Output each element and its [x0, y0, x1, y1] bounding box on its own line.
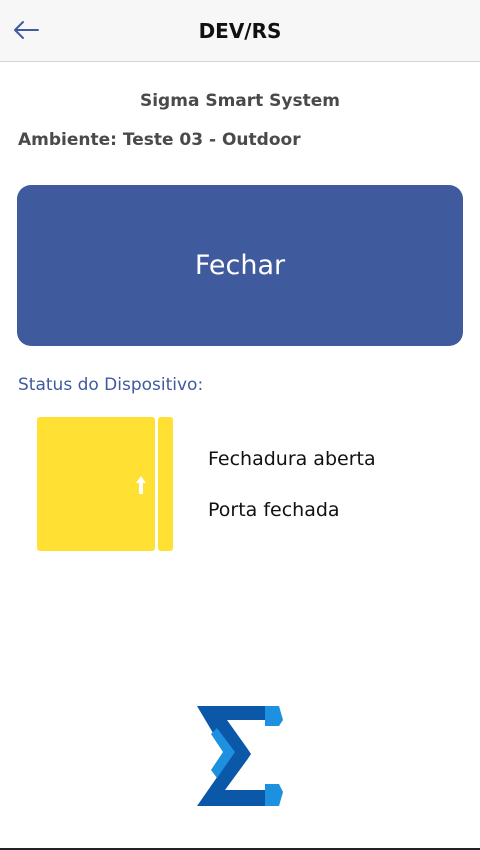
page-title: DEV/RS: [198, 19, 282, 43]
door-icon: [37, 417, 174, 551]
door-status: Porta fechada: [208, 499, 340, 521]
app-bar: DEV/RS: [0, 0, 480, 62]
system-name: Sigma Smart System: [139, 91, 340, 111]
door-handle-icon: [136, 476, 146, 494]
device-status-label: Status do Dispositivo:: [18, 375, 204, 395]
lock-status: Fechadura aberta: [208, 448, 376, 470]
sigma-logo-icon: [197, 706, 283, 806]
door-frame: [158, 417, 173, 551]
fechar-button[interactable]: Fechar: [17, 185, 463, 346]
ambiente-label: Ambiente: Teste 03 - Outdoor: [18, 130, 301, 150]
